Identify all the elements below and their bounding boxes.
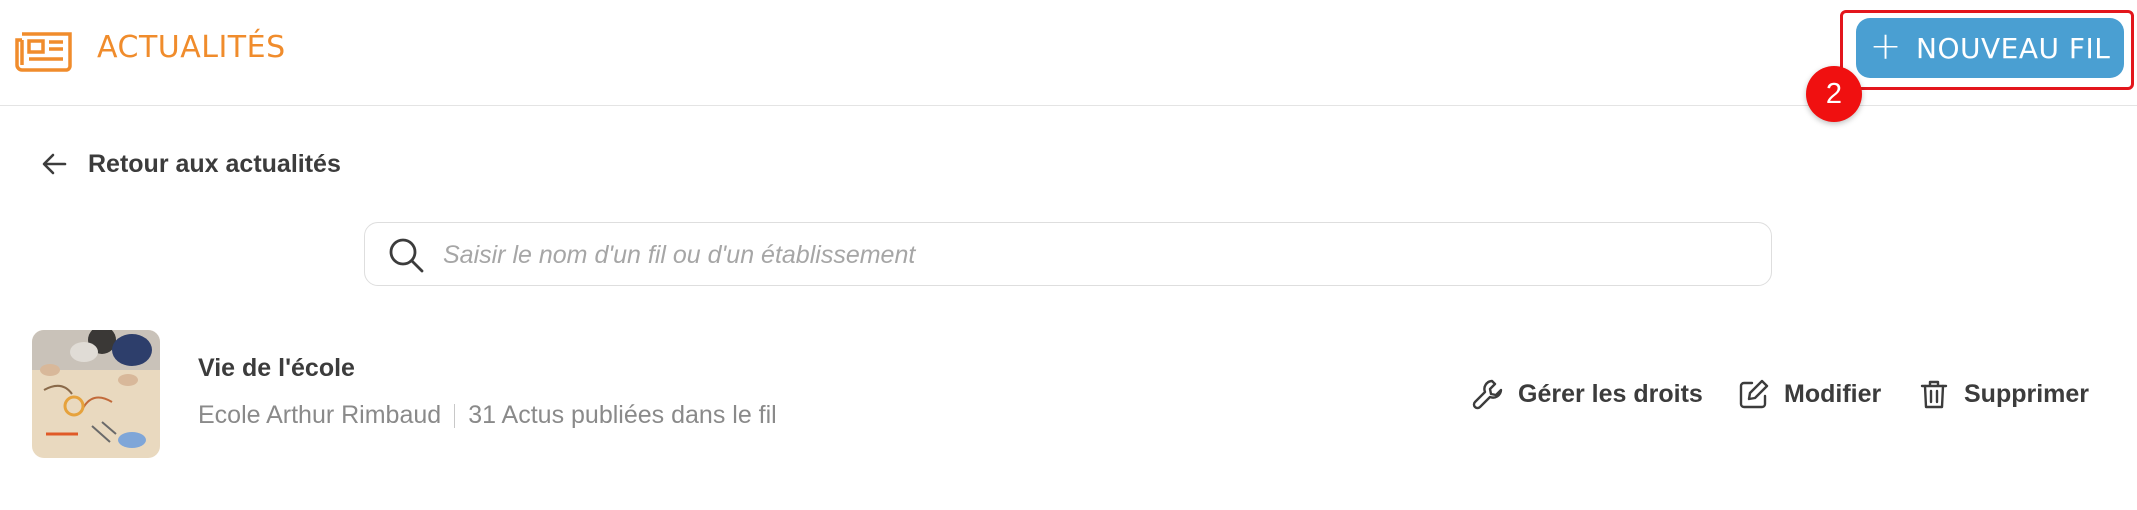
search-box[interactable]: [364, 222, 1772, 286]
manage-rights-label: Gérer les droits: [1518, 379, 1703, 408]
newspaper-icon: [15, 32, 72, 72]
page-title: ACTUALITÉS: [97, 30, 286, 65]
meta-divider: [454, 403, 456, 428]
thread-thumbnail: [32, 330, 160, 458]
delete-button[interactable]: Supprimer: [1918, 372, 2089, 416]
thread-count: 31 Actus publiées dans le fil: [468, 401, 777, 429]
back-to-news-link[interactable]: Retour aux actualités: [40, 146, 341, 182]
edit-label: Modifier: [1784, 379, 1882, 408]
edit-icon: [1739, 379, 1769, 409]
step-number-badge: 2: [1806, 66, 1862, 122]
manage-rights-button[interactable]: Gérer les droits: [1472, 372, 1703, 416]
list-item: Vie de l'école Ecole Arthur Rimbaud 31 A…: [32, 330, 2112, 458]
plus-icon: +: [1869, 24, 1902, 68]
trash-icon: [1920, 380, 1948, 409]
search-icon: [389, 238, 424, 273]
new-thread-button-label: NOUVEAU FIL: [1916, 31, 2111, 65]
edit-button[interactable]: Modifier: [1738, 372, 1881, 416]
new-thread-button[interactable]: + NOUVEAU FIL: [1856, 18, 2124, 78]
thread-school: Ecole Arthur Rimbaud: [198, 401, 442, 429]
back-link-label: Retour aux actualités: [88, 149, 341, 178]
thread-title: Vie de l'école: [198, 354, 355, 382]
arrow-left-icon: [42, 153, 67, 175]
thread-meta: Ecole Arthur Rimbaud 31 Actus publiées d…: [198, 401, 777, 430]
wrench-icon: [1472, 379, 1503, 410]
delete-label: Supprimer: [1964, 379, 2090, 408]
search-input[interactable]: [443, 233, 1743, 277]
